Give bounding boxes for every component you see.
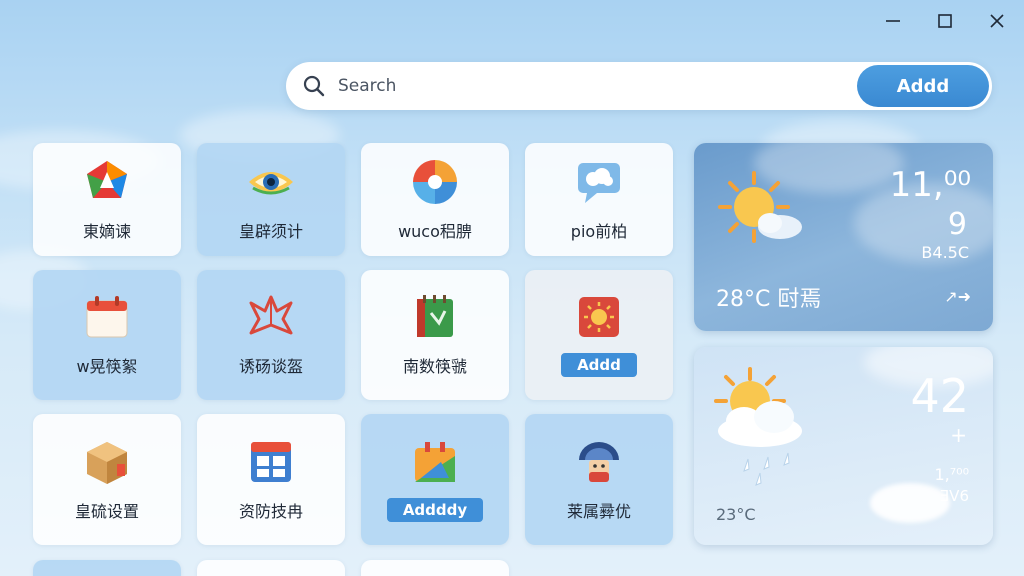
close-icon bbox=[990, 14, 1004, 28]
app-tile[interactable] bbox=[197, 560, 345, 576]
app-tile-label: 南数筷虢 bbox=[402, 357, 467, 376]
tile-add-button[interactable]: Addd bbox=[561, 353, 637, 377]
maximize-button[interactable] bbox=[930, 8, 960, 34]
close-button[interactable] bbox=[982, 8, 1012, 34]
app-tile[interactable]: wuco稆腗 bbox=[361, 143, 509, 256]
search-icon bbox=[303, 75, 325, 97]
pinwheel-icon bbox=[413, 159, 457, 204]
sun-cloud-icon bbox=[718, 171, 802, 243]
app-tile-label: 诱砀谈盔 bbox=[238, 357, 303, 376]
app-tile-label: wuco稆腗 bbox=[398, 221, 472, 241]
star-origami-icon bbox=[249, 295, 293, 335]
weather-temp-secondary: 9 bbox=[947, 207, 967, 242]
app-tile[interactable]: 皇硫设置 bbox=[33, 414, 181, 545]
app-tile-label: 莱属彛优 bbox=[566, 501, 631, 521]
notebook-icon bbox=[417, 295, 453, 337]
app-tile[interactable]: 南数筷虢 bbox=[361, 270, 509, 400]
app-tile-label: 资防技冉 bbox=[238, 501, 303, 521]
eye-icon bbox=[249, 171, 293, 194]
weather-detail: B4.5C bbox=[921, 243, 969, 262]
weather-expand-arrow[interactable]: ↗➜ bbox=[944, 287, 971, 306]
app-tile[interactable]: 资防技冉 bbox=[197, 414, 345, 545]
app-tile[interactable] bbox=[33, 560, 181, 576]
maximize-icon bbox=[938, 14, 952, 28]
weather-temp-main: 11,⁰⁰ bbox=[889, 165, 971, 205]
app-tile-label: w晃筷絮 bbox=[76, 357, 138, 376]
minimize-icon bbox=[886, 20, 900, 22]
app-tile-label: 皇硫设置 bbox=[74, 501, 139, 521]
umbrella-person-icon bbox=[579, 441, 619, 482]
weather-detail: 1,⁷⁰⁰ bbox=[934, 465, 969, 484]
weather-bottom-text: 28°C 尀焉 bbox=[716, 287, 822, 312]
app-tile[interactable] bbox=[361, 560, 509, 576]
app-tile-label: 皇辟须计 bbox=[238, 221, 303, 241]
weather-add-icon[interactable]: + bbox=[950, 423, 967, 447]
app-tile[interactable]: 莱属彛优 bbox=[525, 414, 673, 545]
chat-cloud-icon bbox=[578, 162, 620, 203]
minimize-button[interactable] bbox=[878, 8, 908, 34]
search-bar: Addd bbox=[286, 62, 992, 110]
weather-card[interactable]: 42 + 1,⁷⁰⁰ ƎV6 23°C bbox=[694, 347, 993, 545]
grid-window-icon bbox=[251, 441, 291, 482]
app-tile[interactable]: Addd bbox=[525, 270, 673, 400]
app-tile[interactable]: Addddy bbox=[361, 414, 509, 545]
tile-add-button[interactable]: Addddy bbox=[386, 497, 484, 522]
weather-temp-main: 42 bbox=[910, 369, 969, 423]
weather-bottom-text: 23°C bbox=[716, 505, 756, 524]
window-controls bbox=[878, 8, 1012, 34]
app-tile[interactable]: w晃筷絮 bbox=[33, 270, 181, 400]
search-input[interactable] bbox=[338, 76, 857, 96]
app-tile[interactable]: 诱砀谈盔 bbox=[197, 270, 345, 400]
add-button[interactable]: Addd bbox=[857, 65, 989, 107]
app-tile[interactable]: 東嫡谏 bbox=[33, 143, 181, 256]
app-tile[interactable]: 皇辟须计 bbox=[197, 143, 345, 256]
calendar-icon bbox=[86, 296, 128, 338]
app-tile-label: 東嫡谏 bbox=[82, 221, 131, 241]
package-icon bbox=[87, 441, 127, 484]
app-tile[interactable]: pio前柏 bbox=[525, 143, 673, 256]
sun-rain-cloud-icon bbox=[714, 367, 802, 486]
weather-card[interactable]: 11,⁰⁰ 9 B4.5C 28°C 尀焉 ↗➜ bbox=[694, 143, 993, 331]
colorful-gem-icon bbox=[87, 160, 127, 198]
sun-card-icon bbox=[579, 297, 619, 337]
app-tile-label: pio前柏 bbox=[570, 221, 628, 241]
gift-box-icon bbox=[415, 441, 455, 482]
